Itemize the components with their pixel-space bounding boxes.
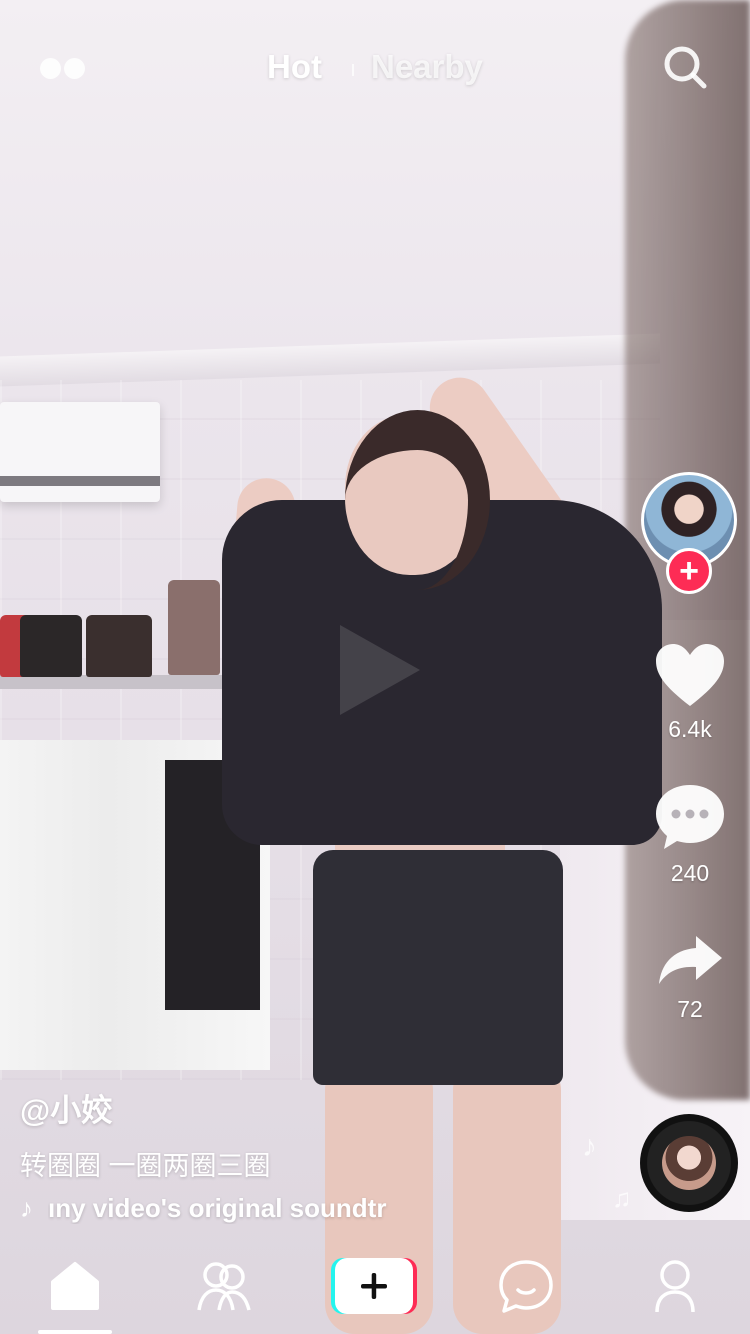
- music-disc-cover: [662, 1136, 716, 1190]
- tiktok-note-icon: ♪: [20, 1193, 33, 1223]
- tab-divider: [352, 64, 354, 76]
- music-disc[interactable]: [640, 1114, 738, 1212]
- like-button[interactable]: 6.4k: [645, 642, 735, 743]
- video-description: 转圈圈 一圈两圈三圈: [20, 1151, 271, 1181]
- music-note-icon: ♪: [582, 1130, 597, 1163]
- share-count: 72: [677, 996, 703, 1022]
- share-button[interactable]: 72: [645, 932, 735, 1023]
- ceiling-molding: [0, 333, 660, 387]
- creator-username[interactable]: @小姣: [20, 1085, 440, 1130]
- friends-icon[interactable]: [194, 1256, 254, 1316]
- tab-hot[interactable]: Hot: [267, 48, 322, 86]
- video-caption: @小姣 转圈圈 一圈两圈三圈 ♪ ıny video's original so…: [20, 1085, 440, 1224]
- sound-title: ıny video's original soundtr: [48, 1193, 387, 1223]
- active-tab-indicator: [38, 1330, 112, 1334]
- like-count: 6.4k: [668, 716, 712, 742]
- music-note-icon: ♫: [612, 1183, 632, 1213]
- bottom-tab-bar: [0, 1238, 750, 1334]
- bag: [86, 615, 152, 677]
- play-icon: [340, 625, 420, 715]
- comment-count: 240: [670, 860, 710, 886]
- comment-icon: [656, 785, 724, 849]
- bag: [20, 615, 82, 677]
- home-icon[interactable]: [45, 1256, 105, 1316]
- create-icon[interactable]: [331, 1258, 417, 1314]
- air-conditioner: [0, 402, 160, 502]
- messages-icon[interactable]: [496, 1256, 556, 1316]
- bag: [168, 580, 220, 675]
- search-icon[interactable]: [662, 44, 708, 90]
- sound-link[interactable]: ♪ ıny video's original soundtr: [20, 1193, 410, 1224]
- top-bar: Hot Nearby: [0, 40, 750, 100]
- shelf: [0, 675, 235, 689]
- tab-nearby[interactable]: Nearby: [371, 48, 483, 86]
- dancer-shorts: [313, 850, 563, 1085]
- share-icon: [659, 936, 722, 984]
- me-icon[interactable]: [645, 1256, 705, 1316]
- follow-button[interactable]: +: [666, 548, 712, 594]
- heart-icon: [656, 644, 724, 706]
- dancer-hair: [345, 410, 490, 590]
- comment-button[interactable]: 240: [645, 782, 735, 887]
- two-dots-icon[interactable]: [40, 58, 86, 80]
